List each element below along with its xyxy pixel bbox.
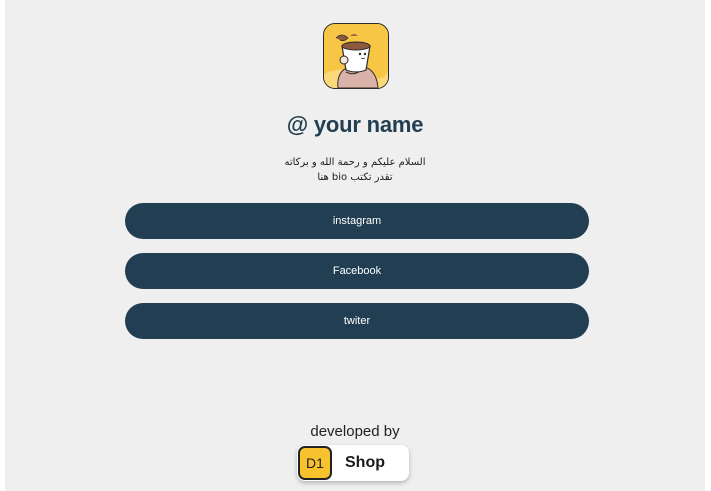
profile-avatar bbox=[323, 23, 389, 89]
bio-line-1: السلام عليكم و رحمة الله و بركاته bbox=[284, 157, 426, 168]
link-button-instagram[interactable]: instagram bbox=[125, 203, 589, 239]
linktree-page: @ your name السلام عليكم و رحمة الله و ب… bbox=[5, 0, 705, 491]
bio-line-2: تقدر تكتب bio هنا bbox=[317, 172, 393, 183]
coffee-cup-character-icon bbox=[324, 24, 388, 88]
profile-username: @ your name bbox=[286, 112, 424, 137]
link-button-label: instagram bbox=[332, 215, 382, 227]
link-button-label: Facebook bbox=[332, 265, 382, 277]
developed-by-text: developed by bbox=[310, 423, 400, 440]
d1-logo-icon: D1 bbox=[298, 446, 332, 480]
link-button-label: twiter bbox=[343, 315, 371, 327]
developer-badge-label: Shop bbox=[345, 454, 385, 471]
link-button-facebook[interactable]: Facebook bbox=[125, 253, 589, 289]
profile-bio: السلام عليكم و رحمة الله و بركاته تقدر ت… bbox=[5, 155, 705, 185]
developer-badge-link[interactable]: D1 Shop bbox=[297, 445, 409, 481]
link-button-twitter[interactable]: twiter bbox=[125, 303, 589, 339]
